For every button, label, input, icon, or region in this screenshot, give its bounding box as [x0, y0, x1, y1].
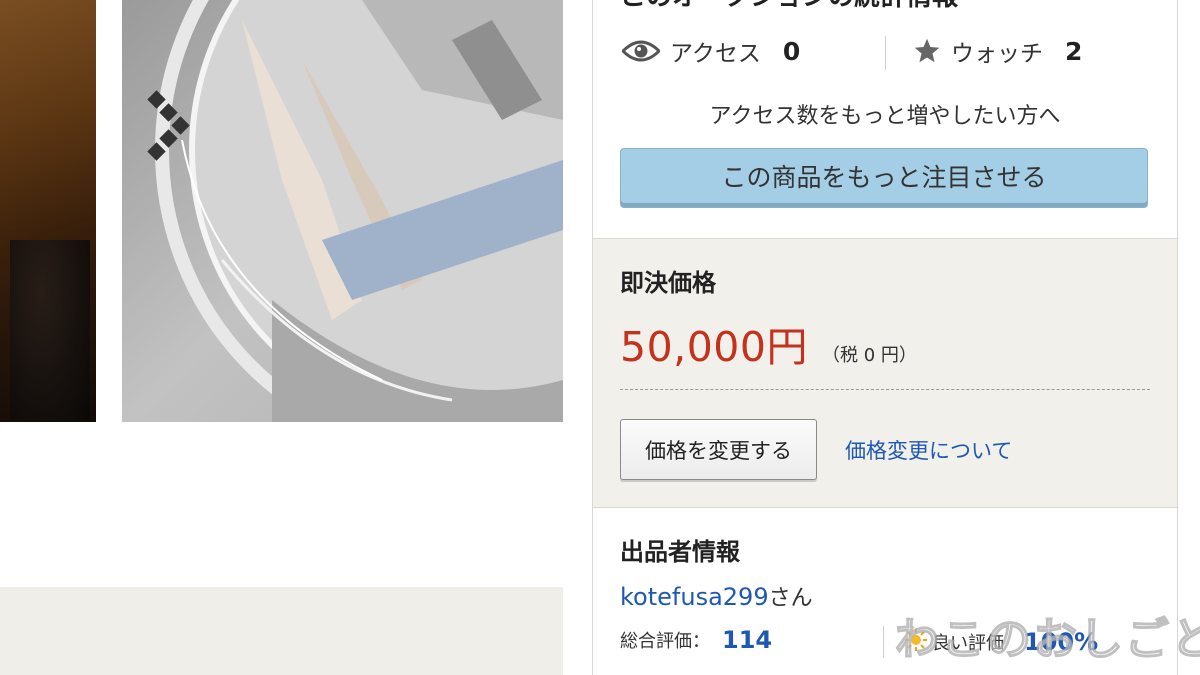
product-thumbnail-prev[interactable]: [0, 0, 96, 422]
price-row: 50,000円 （税 0 円）: [620, 313, 917, 373]
good-rating-value[interactable]: 100%: [1024, 628, 1098, 656]
buyout-price-value: 50,000円: [620, 323, 808, 371]
description-band: [0, 587, 563, 675]
watch-stat: ウォッチ 2: [913, 33, 1082, 69]
good-rating: 良い評価 100%: [883, 626, 1098, 658]
seller-name-link[interactable]: kotefusa299: [620, 583, 769, 611]
price-tax: （税 0 円）: [821, 345, 917, 366]
price-divider: [620, 389, 1150, 390]
sun-icon: [904, 628, 928, 656]
access-count: 0: [782, 36, 801, 66]
promo-text: アクセス数をもっと増やしたい方へ: [709, 104, 1061, 129]
auction-stats: このオークションの統計情報 アクセス 0 ウォッチ 2 アクセス数をも: [593, 0, 1177, 238]
chevron-right-icon[interactable]: [146, 90, 196, 162]
headlight-photo: [122, 0, 563, 422]
price-change-help-link[interactable]: 価格変更について: [845, 435, 1012, 465]
total-rating-value[interactable]: 114: [722, 626, 772, 654]
eye-icon: [622, 39, 660, 63]
total-rating: 総合評価： 114: [620, 626, 772, 654]
seller-line: kotefusa299さん: [620, 580, 813, 612]
seller-info-title: 出品者情報: [620, 538, 740, 566]
buyout-price-label: 即決価格: [620, 269, 716, 297]
stats-title: このオークションの統計情報: [620, 0, 958, 13]
access-stat: アクセス 0: [622, 33, 800, 69]
watch-count: 2: [1065, 36, 1083, 66]
auction-info-panel: このオークションの統計情報 アクセス 0 ウォッチ 2 アクセス数をも: [592, 0, 1178, 675]
stat-divider: [885, 36, 886, 70]
price-section: 即決価格 50,000円 （税 0 円） 価格を変更する 価格変更について: [593, 238, 1177, 508]
good-rating-label: 良い評価: [932, 633, 1004, 654]
access-label: アクセス: [670, 41, 761, 67]
seller-name-suffix: さん: [768, 586, 813, 611]
star-icon: [913, 37, 941, 65]
watch-label: ウォッチ: [951, 41, 1043, 67]
change-price-button[interactable]: 価格を変更する: [620, 419, 817, 480]
seller-section: 出品者情報 kotefusa299さん 総合評価： 114 良い評価 100%: [593, 508, 1177, 675]
product-main-image: [122, 0, 563, 422]
total-rating-label: 総合評価：: [620, 631, 710, 652]
promote-item-button[interactable]: この商品をもっと注目させる: [620, 148, 1148, 208]
